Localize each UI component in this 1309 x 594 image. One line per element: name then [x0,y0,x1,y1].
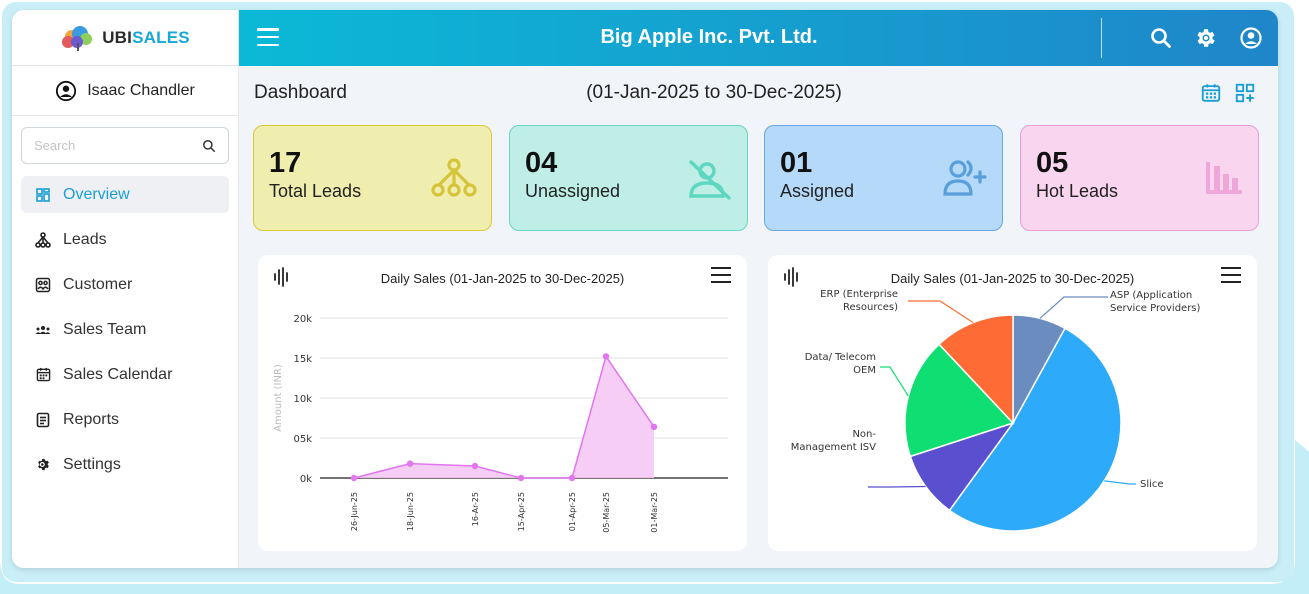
sidebar-item-customer[interactable]: Customer [21,266,229,303]
bar-chart-icon [1206,162,1242,194]
gear-icon [35,457,51,473]
y-tick-label: 15k [293,354,312,365]
team-icon [35,322,51,338]
user-name: Isaac Chandler [87,81,195,99]
pie-label: Slice [1140,479,1164,490]
y-tick-label: 0k [300,474,312,485]
sidebar-item-label: Reports [63,410,120,428]
sidebar-item-settings[interactable]: Settings [21,446,229,483]
hierarchy-icon [431,158,477,197]
sidebar-item-label: Sales Team [63,320,147,338]
sidebar-item-label: Overview [63,185,130,203]
assigned-card[interactable]: 01 Assigned [764,125,1003,231]
data-point [350,474,358,482]
sidebar-item-leads[interactable]: Leads [21,221,229,258]
pie-label: Non- [852,429,876,440]
sidebar-item-reports[interactable]: Reports [21,401,229,438]
pie-label: OEM [853,365,876,376]
total-leads-card[interactable]: 17 Total Leads [253,125,492,231]
pie-label-connector [1039,296,1108,319]
sidebar: UBISALES Isaac Chandler Overview [12,10,239,568]
user-add-icon [943,160,987,196]
data-point [602,353,610,360]
line-chart: 0k 05k 10k 15k 20k Amount (INR) 26-Jun-25 18-Ju… [273,314,728,533]
pie-label: Management ISV [791,442,876,453]
daily-sales-pie-chart-panel: Daily Sales (01-Jan-2025 to 30-Dec-2025)… [768,255,1257,551]
sidebar-nav: Overview Leads Customer Sales Team Sales… [12,176,238,483]
user-off-icon [689,160,731,200]
pie-label: Data/ Telecom [805,352,876,363]
x-tick-label: 05-Mar-25 [602,492,611,533]
account-icon[interactable] [1239,26,1263,50]
data-point [650,423,658,430]
y-axis-label: Amount (INR) [273,364,284,432]
daily-sales-line-chart-panel: Daily Sales (01-Jan-2025 to 30-Dec-2025)… [258,255,747,551]
date-range: (01-Jan-2025 to 30-Dec-2025) [586,82,842,103]
user-profile[interactable]: Isaac Chandler [12,66,238,116]
main-content: Dashboard (01-Jan-2025 to 30-Dec-2025) 1… [239,66,1278,568]
y-tick-label: 05k [293,434,312,445]
pie-label-connector [908,300,974,324]
logo-text: UBISALES [102,27,190,47]
pie-label-connector [880,366,909,397]
header-divider [1101,18,1102,58]
pie-label-connector [868,485,926,488]
hot-leads-card[interactable]: 05 Hot Leads [1020,125,1259,231]
pie-label: Resources) [843,302,898,313]
sidebar-item-sales-calendar[interactable]: Sales Calendar [21,356,229,393]
add-widget-icon[interactable] [1234,82,1256,104]
gear-icon[interactable] [1194,26,1218,50]
y-tick-label: 20k [293,314,312,325]
hierarchy-icon [35,231,51,248]
report-icon [35,412,51,428]
search-icon[interactable] [1149,26,1173,50]
user-avatar-icon [56,80,77,101]
sidebar-item-label: Leads [63,230,107,248]
pie-label: ERP (Enterprise [820,289,898,300]
data-point [406,460,414,467]
calendar-icon[interactable] [1200,82,1222,104]
logo: UBISALES [12,10,238,66]
logo-icon [62,25,93,51]
y-tick-label: 10k [293,394,312,405]
app-window: UBISALES Isaac Chandler Overview [12,10,1278,568]
calendar-icon [35,367,51,383]
pie-label-connector [1104,480,1136,485]
company-title: Big Apple Inc. Pvt. Ltd. [600,26,818,48]
x-tick-label: 26-Jun-25 [350,492,359,531]
pie-label: ASP (Application [1110,290,1192,301]
top-header: Big Apple Inc. Pvt. Ltd. [239,10,1278,66]
customer-icon [35,277,51,293]
search-icon[interactable] [202,139,216,153]
search-input[interactable] [34,138,184,153]
x-tick-label: 01-Apr-25 [568,492,577,531]
data-point [568,474,576,482]
sidebar-item-overview[interactable]: Overview [21,176,229,213]
sidebar-item-sales-team[interactable]: Sales Team [21,311,229,348]
search-box[interactable] [21,127,229,164]
unassigned-card[interactable]: 04 Unassigned [509,125,748,231]
sidebar-item-label: Settings [63,455,121,473]
x-tick-label: 18-Jun-25 [406,492,415,531]
data-point [517,474,525,482]
area-fill [354,356,654,478]
sidebar-item-label: Sales Calendar [63,365,173,383]
grid-icon [35,187,51,203]
x-tick-label: 15-Apr-25 [517,492,526,531]
toolbar-icons [1200,82,1256,104]
x-tick-label: 01-Mar-25 [650,492,659,533]
data-point [471,462,479,470]
pie-chart: ASP (Application Service Providers) Slice N… [791,289,1201,532]
sidebar-item-label: Customer [63,275,133,293]
pie-label: Service Providers) [1110,303,1201,314]
x-tick-label: 16-Ar-25 [471,492,480,526]
